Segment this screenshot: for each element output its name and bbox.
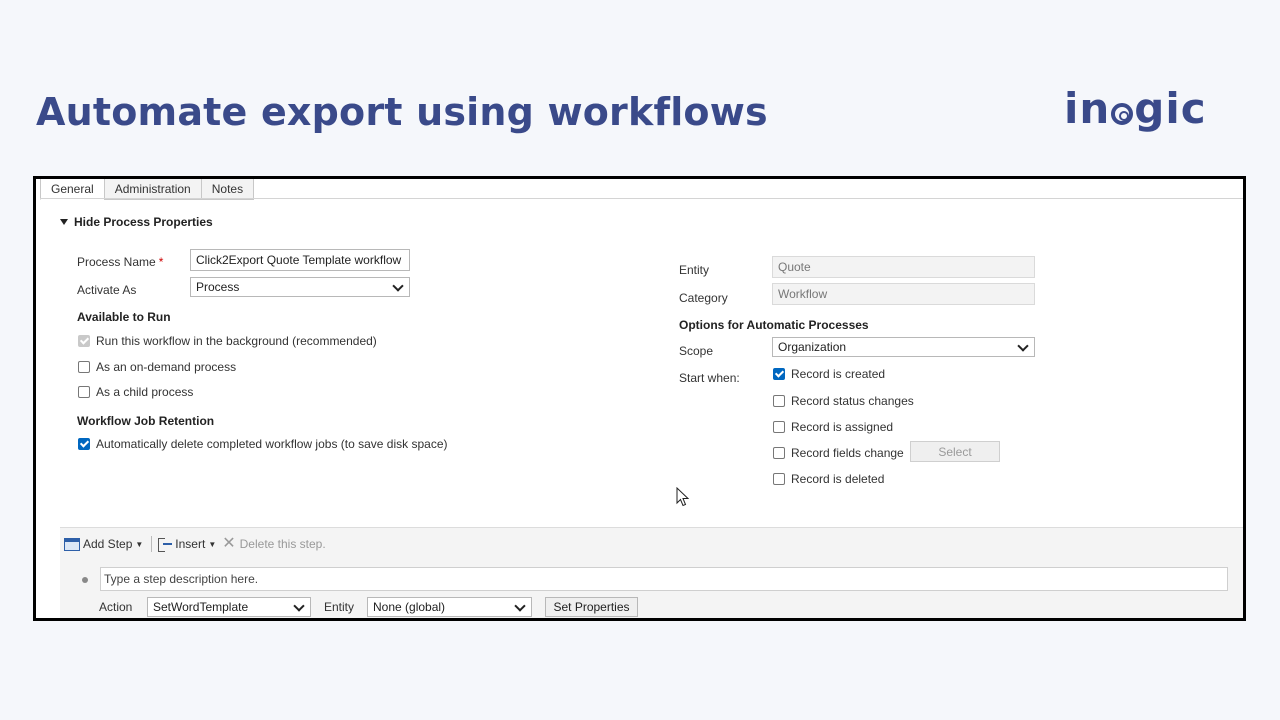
child-process-checkbox[interactable]	[78, 386, 90, 398]
start-created-option: Record is created	[773, 367, 885, 381]
chevron-down-icon	[293, 600, 305, 612]
delete-step-label: Delete this step.	[239, 537, 326, 551]
activate-as-label: Activate As	[77, 283, 137, 297]
autodelete-label: Automatically delete completed workflow …	[96, 437, 448, 451]
start-status-checkbox[interactable]	[773, 395, 785, 407]
autodelete-checkbox[interactable]	[78, 438, 90, 450]
entity-label: Entity	[679, 263, 710, 277]
chevron-down-icon	[514, 600, 526, 612]
start-when-label: Start when:	[679, 371, 740, 385]
background-checkbox[interactable]	[78, 335, 90, 347]
collapse-triangle-icon	[60, 219, 68, 225]
background-option: Run this workflow in the background (rec…	[78, 334, 377, 348]
add-step-icon	[64, 537, 80, 551]
start-fields-option: Record fields change	[773, 446, 904, 460]
start-deleted-label: Record is deleted	[791, 472, 885, 486]
required-marker: *	[158, 255, 164, 269]
process-name-label-text: Process Name	[77, 255, 156, 269]
logo-o-icon	[1111, 103, 1134, 125]
action-select[interactable]: SetWordTemplate	[147, 597, 311, 617]
start-created-label: Record is created	[791, 367, 886, 381]
scope-label: Scope	[679, 344, 714, 358]
tab-notes[interactable]: Notes	[200, 179, 255, 200]
process-name-label: Process Name *	[77, 255, 163, 269]
start-deleted-option: Record is deleted	[773, 472, 884, 486]
caret-down-icon: ▼	[208, 539, 217, 549]
step-bullet-icon	[82, 577, 88, 583]
delete-x-icon: ✕	[222, 535, 236, 552]
add-step-button[interactable]: Add Step ▼	[64, 537, 143, 551]
steps-toolbar: Add Step ▼ Insert ▼ ✕ Delete this step.	[64, 536, 332, 552]
start-assigned-option: Record is assigned	[773, 420, 893, 434]
tab-general[interactable]: General	[40, 179, 105, 200]
inogic-logo: in gic	[1064, 84, 1207, 133]
step-entity-label: Entity	[324, 600, 355, 614]
start-deleted-checkbox[interactable]	[773, 473, 785, 485]
add-step-label: Add Step	[83, 537, 133, 551]
start-status-label: Record status changes	[791, 394, 914, 408]
child-process-option: As a child process	[78, 385, 193, 399]
insert-button[interactable]: Insert ▼	[158, 537, 217, 552]
insert-icon	[158, 538, 173, 552]
activate-as-value: Process	[196, 280, 240, 294]
ondemand-option: As an on-demand process	[78, 360, 236, 374]
start-created-checkbox[interactable]	[773, 368, 785, 380]
insert-label: Insert	[175, 537, 206, 551]
start-assigned-checkbox[interactable]	[773, 421, 785, 433]
step-description-input[interactable]: Type a step description here.	[100, 567, 1228, 591]
scope-select[interactable]: Organization	[772, 337, 1035, 357]
section-title: Hide Process Properties	[74, 215, 213, 229]
chevron-down-icon	[1017, 340, 1029, 352]
tab-divider	[40, 198, 1243, 199]
tab-administration[interactable]: Administration	[103, 179, 202, 200]
process-name-input[interactable]: Click2Export Quote Template workflow	[190, 249, 410, 271]
ondemand-checkbox[interactable]	[78, 361, 90, 373]
category-label: Category	[679, 291, 728, 305]
start-fields-checkbox[interactable]	[773, 447, 785, 459]
entity-field: Quote	[772, 256, 1035, 278]
steps-panel: Add Step ▼ Insert ▼ ✕ Delete this step. Typ…	[60, 527, 1243, 618]
category-field: Workflow	[772, 283, 1035, 305]
job-retention-heading: Workflow Job Retention	[77, 414, 215, 428]
step-entity-select[interactable]: None (global)	[367, 597, 532, 617]
delete-step-button[interactable]: ✕ Delete this step.	[222, 535, 326, 552]
tab-bar: General Administration Notes	[40, 179, 255, 200]
available-to-run-heading: Available to Run	[77, 310, 171, 324]
activate-as-select[interactable]: Process	[190, 277, 410, 297]
scope-value: Organization	[778, 340, 847, 354]
autodelete-option: Automatically delete completed workflow …	[78, 437, 448, 451]
select-fields-button[interactable]: Select	[910, 441, 1000, 462]
action-label: Action	[99, 600, 133, 614]
start-assigned-label: Record is assigned	[791, 420, 894, 434]
chevron-down-icon	[392, 280, 404, 292]
caret-down-icon: ▼	[135, 539, 144, 549]
start-fields-label: Record fields change	[791, 446, 904, 460]
mouse-pointer-icon	[676, 487, 690, 507]
set-properties-button[interactable]: Set Properties	[545, 597, 638, 617]
section-toggle[interactable]: Hide Process Properties	[60, 215, 213, 229]
automatic-options-heading: Options for Automatic Processes	[679, 318, 869, 332]
step-entity-value: None (global)	[373, 600, 446, 614]
start-status-option: Record status changes	[773, 394, 914, 408]
toolbar-divider	[151, 536, 153, 552]
background-label: Run this workflow in the background (rec…	[96, 334, 377, 348]
slide-title: Automate export using workflows	[36, 90, 768, 134]
ondemand-label: As an on-demand process	[96, 360, 237, 374]
workflow-editor-window: General Administration Notes Hide Proces…	[33, 176, 1246, 621]
action-value: SetWordTemplate	[153, 600, 249, 614]
child-process-label: As a child process	[96, 385, 194, 399]
